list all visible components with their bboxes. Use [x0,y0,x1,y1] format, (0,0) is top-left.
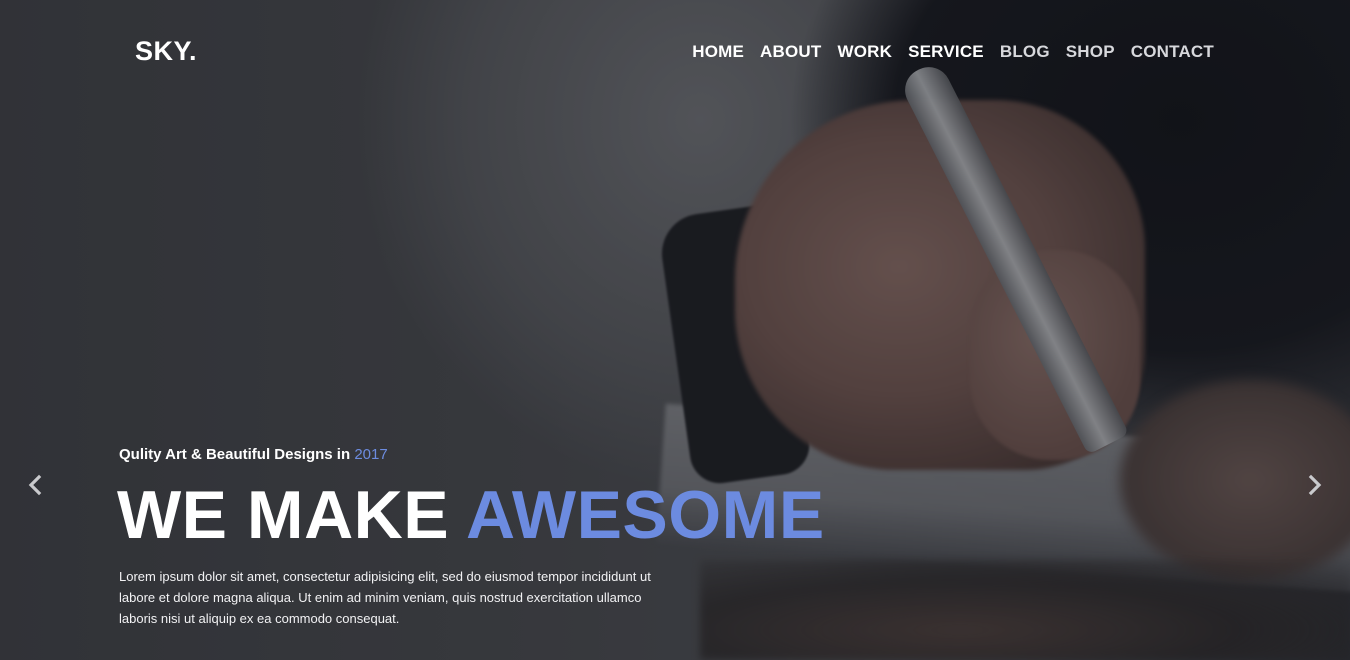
kicker-text: Qulity Art & Beautiful Designs in [119,446,351,463]
main-nav: HOME ABOUT WORK SERVICE BLOG SHOP CONTAC… [692,42,1214,62]
site-logo[interactable]: SKY. [135,36,197,67]
nav-item-contact[interactable]: CONTACT [1131,42,1214,62]
dark-overlay [0,0,1350,660]
nav-item-about[interactable]: ABOUT [760,42,821,62]
slider-prev-button[interactable] [20,470,50,500]
chevron-right-icon [1308,474,1322,496]
nav-item-home[interactable]: HOME [692,42,744,62]
nav-item-blog[interactable]: BLOG [1000,42,1050,62]
slider-next-button[interactable] [1300,470,1330,500]
slide-headline: WE MAKE AWESOME [117,476,825,554]
slide-kicker: Qulity Art & Beautiful Designs in 2017 [119,446,388,463]
slide-description: Lorem ipsum dolor sit amet, consectetur … [119,569,651,626]
chevron-left-icon [28,474,42,496]
nav-item-shop[interactable]: SHOP [1066,42,1115,62]
nav-item-work[interactable]: WORK [837,42,892,62]
headline-accent: AWESOME [466,477,825,553]
nav-item-service[interactable]: SERVICE [908,42,984,62]
headline-main: WE MAKE [117,477,450,553]
hero-slider: SKY. HOME ABOUT WORK SERVICE BLOG SHOP C… [0,0,1350,660]
kicker-year: 2017 [354,446,388,463]
